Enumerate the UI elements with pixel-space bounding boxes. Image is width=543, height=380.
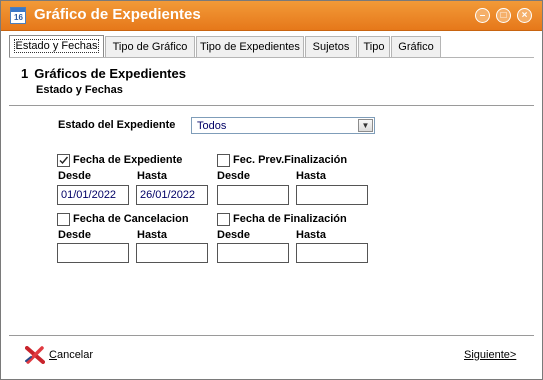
hasta-label: Hasta <box>137 229 167 241</box>
tab-sujetos[interactable]: Sujetos <box>305 36 357 57</box>
fec-prev-finalizacion-checkbox[interactable] <box>217 154 230 167</box>
next-button[interactable]: Siguiente> <box>464 349 516 361</box>
desde-label: Desde <box>217 229 251 241</box>
fecha-cancelacion-checkbox[interactable] <box>57 213 70 226</box>
fec-prev-finalizacion-hasta-input[interactable] <box>296 185 368 205</box>
dialog-window: 16 Gráfico de Expedientes – □ × Estado y… <box>0 0 543 380</box>
hasta-label: Hasta <box>137 170 167 182</box>
hasta-label: Hasta <box>296 229 326 241</box>
fecha-finalizacion-checkbox[interactable] <box>217 213 230 226</box>
fecha-expediente-checkbox[interactable] <box>57 154 70 167</box>
header-separator <box>9 105 534 106</box>
fecha-cancelacion-desde-input[interactable] <box>57 243 129 263</box>
desde-label: Desde <box>217 170 251 182</box>
fecha-cancelacion-hasta-input[interactable] <box>136 243 208 263</box>
tab-divider <box>9 57 534 58</box>
fecha-expediente-desde-input[interactable]: 01/01/2022 <box>57 185 129 205</box>
calendar-icon: 16 <box>10 7 26 24</box>
close-button[interactable]: × <box>517 8 532 23</box>
title-bar[interactable]: 16 Gráfico de Expedientes – □ × <box>1 1 542 31</box>
estado-label: Estado del Expediente <box>58 119 176 131</box>
fecha-cancelacion-label: Fecha de Cancelacion <box>73 213 189 225</box>
tab-tipo[interactable]: Tipo <box>358 36 390 57</box>
fecha-finalizacion-hasta-input[interactable] <box>296 243 368 263</box>
tab-estado-y-fechas[interactable]: Estado y Fechas <box>9 35 104 58</box>
check-icon <box>59 156 69 165</box>
fecha-finalizacion-label: Fecha de Finalización <box>233 213 347 225</box>
hasta-label: Hasta <box>296 170 326 182</box>
tab-tipo-de-grafico[interactable]: Tipo de Gráfico <box>105 36 195 57</box>
estado-selected-value: Todos <box>197 120 227 132</box>
section-subtitle: Estado y Fechas <box>36 84 123 96</box>
fecha-expediente-label: Fecha de Expediente <box>73 154 183 166</box>
fec-prev-finalizacion-desde-input[interactable] <box>217 185 289 205</box>
minimize-button[interactable]: – <box>475 8 490 23</box>
desde-label: Desde <box>58 170 92 182</box>
footer-separator <box>9 335 534 336</box>
tab-tipo-de-expedientes[interactable]: Tipo de Expedientes <box>196 36 304 57</box>
fec-prev-finalizacion-label: Fec. Prev.Finalización <box>233 154 348 166</box>
chevron-down-icon[interactable]: ▼ <box>358 119 373 132</box>
fecha-expediente-hasta-input[interactable]: 26/01/2022 <box>136 185 208 205</box>
tab-grafico[interactable]: Gráfico <box>391 36 441 57</box>
estado-select[interactable]: Todos ▼ <box>191 117 375 134</box>
maximize-button[interactable]: □ <box>496 8 511 23</box>
fecha-finalizacion-desde-input[interactable] <box>217 243 289 263</box>
desde-label: Desde <box>58 229 92 241</box>
section-heading: 1 Gráficos de Expedientes <box>21 66 186 81</box>
window-title: Gráfico de Expedientes <box>34 6 201 23</box>
cancel-label: Cancelar <box>49 349 94 361</box>
cancel-x-icon <box>25 346 45 364</box>
